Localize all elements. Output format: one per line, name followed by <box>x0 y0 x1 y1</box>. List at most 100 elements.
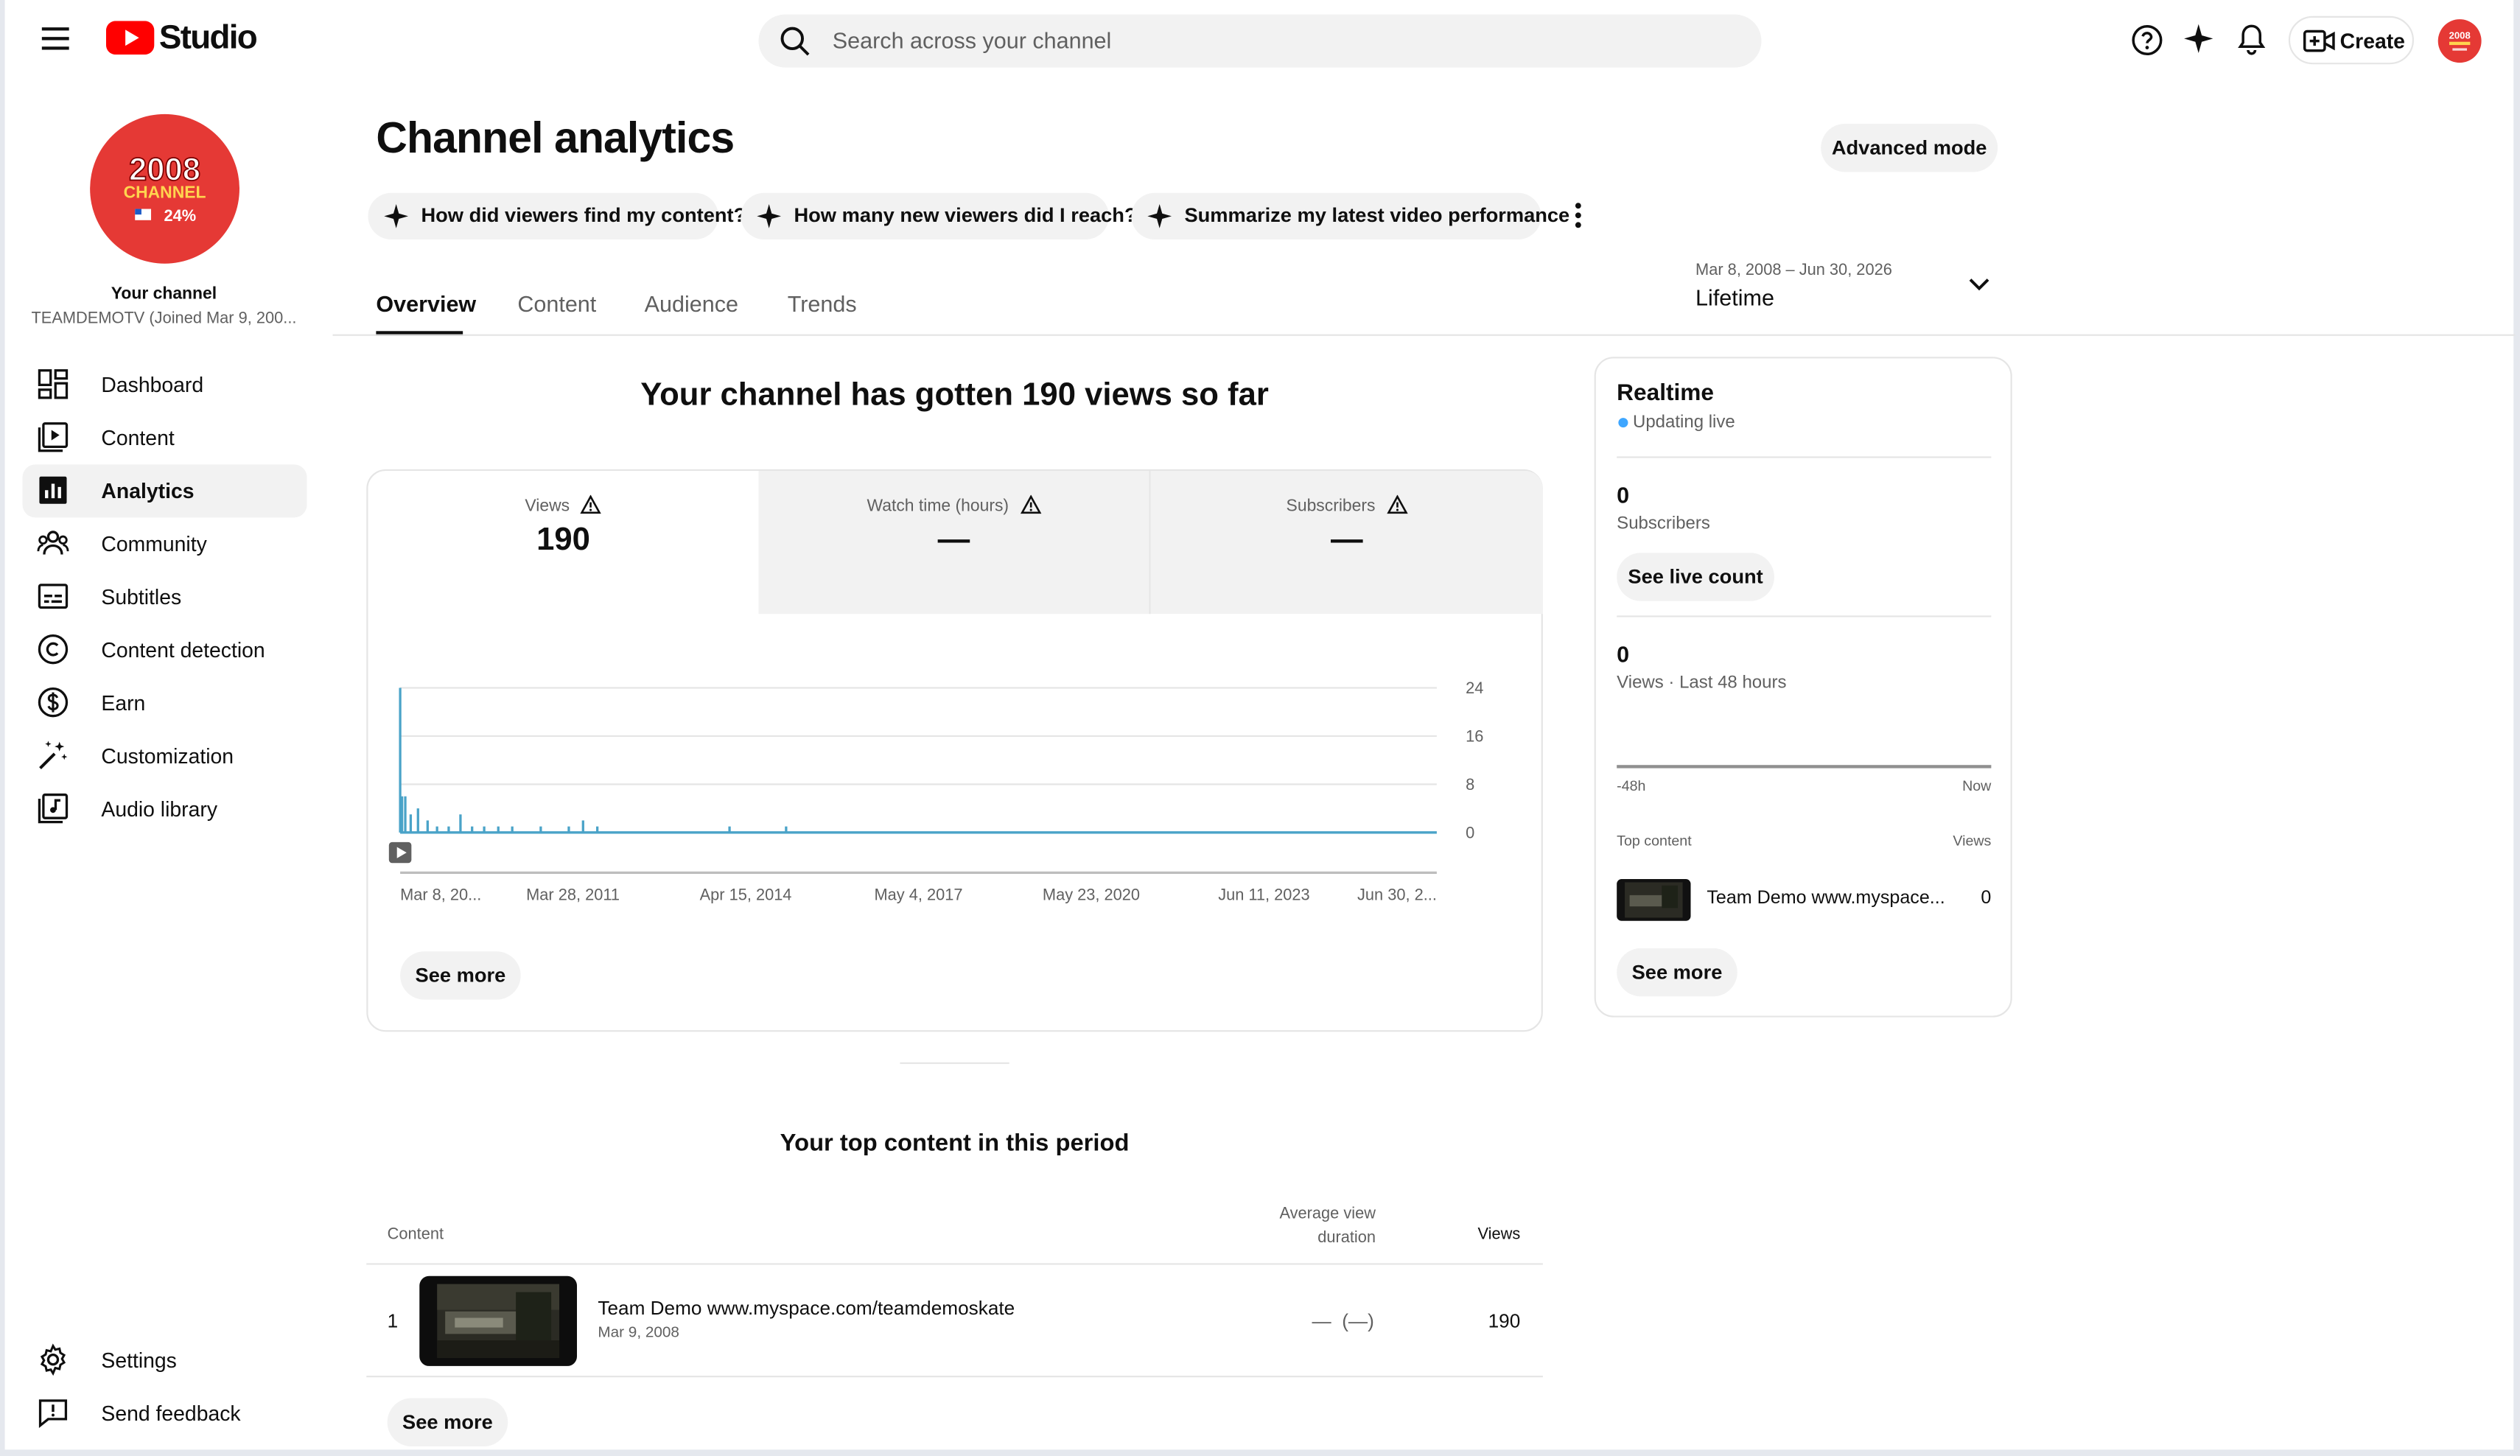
realtime-item-views: 0 <box>1981 889 1992 909</box>
sidebar-item-community[interactable]: Community <box>23 517 307 570</box>
chart-x-tick-label: Jun 11, 2023 <box>1218 885 1309 903</box>
sidebar-item-label: Community <box>101 531 207 556</box>
video-thumbnail-image <box>437 1284 560 1359</box>
prompt-chip-label: How did viewers find my content? <box>421 203 746 227</box>
sidebar-item-earn[interactable]: Earn <box>23 676 307 729</box>
chart-x-tick-label: May 23, 2020 <box>1043 885 1140 903</box>
your-channel-label: Your channel <box>111 284 217 304</box>
content-icon <box>37 421 69 453</box>
video-thumbnail[interactable] <box>419 1275 578 1366</box>
chart-bar <box>404 796 407 833</box>
chart-x-tick-label: Jun 30, 2... <box>1357 885 1437 903</box>
chart-x-tick-label: Apr 15, 2014 <box>700 885 792 903</box>
studio-brand[interactable]: Studio <box>159 19 258 57</box>
channel-logo-icon: 2008 CHANNEL 24% <box>124 151 206 224</box>
sidebar-item-label: Subtitles <box>101 584 182 609</box>
chart-bar <box>416 808 419 833</box>
search-icon[interactable] <box>780 26 812 58</box>
realtime-item-thumbnail <box>1617 879 1691 921</box>
row-date: Mar 9, 2008 <box>598 1324 679 1343</box>
tab-overview[interactable]: Overview <box>376 291 476 317</box>
sidebar-item-content-detection[interactable]: Content detection <box>23 623 307 676</box>
chart-bar <box>728 826 731 833</box>
chart-bar <box>483 826 486 833</box>
col-avg-duration-header[interactable]: Average view duration <box>1237 1202 1376 1250</box>
realtime-axis-end: Now <box>1962 777 1992 794</box>
chart-bar <box>447 826 450 833</box>
sparkle-icon <box>1147 203 1172 228</box>
metric-value: — <box>1330 522 1363 558</box>
sidebar-item-send-feedback[interactable]: Send feedback <box>23 1387 307 1440</box>
tab-audience[interactable]: Audience <box>645 291 738 317</box>
create-label: Create <box>2339 29 2405 53</box>
metric-label: Views <box>525 496 570 517</box>
chart-bar <box>426 820 429 833</box>
realtime-see-more-button[interactable]: See more <box>1617 948 1737 997</box>
metric-views[interactable]: Views 190 <box>368 471 758 614</box>
warning-icon <box>1386 494 1407 514</box>
chevron-down-icon <box>1969 278 1989 291</box>
search-bar[interactable]: Search across your channel <box>758 14 1762 68</box>
overview-see-more-button[interactable]: See more <box>400 951 521 1000</box>
warning-icon <box>581 494 602 514</box>
search-input[interactable]: Search across your channel <box>833 27 1112 53</box>
row-title[interactable]: Team Demo www.myspace.com/teamdemoskate <box>598 1297 1015 1320</box>
row-views: 190 <box>1488 1309 1521 1333</box>
chart-bar <box>596 826 599 833</box>
col-views-header[interactable]: Views <box>1430 1226 1521 1244</box>
views-headline: Your channel has gotten 190 views so far <box>640 377 1269 413</box>
sidebar-item-label: Customization <box>101 743 234 769</box>
account-avatar[interactable]: 2008 <box>2437 19 2482 63</box>
tab-content[interactable]: Content <box>517 291 596 317</box>
create-button[interactable]: Create <box>2288 15 2415 65</box>
date-range-picker[interactable]: Mar 8, 2008 – Jun 30, 2026 Lifetime <box>1695 262 2017 317</box>
views-chart[interactable]: 0 8 16 24 Mar 8, 20... Mar 28, 2011 Apr 15, 20… <box>368 664 1541 905</box>
chart-bar <box>409 814 413 833</box>
video-add-icon <box>2303 29 2336 53</box>
see-live-count-button[interactable]: See live count <box>1617 553 1774 601</box>
menu-icon[interactable] <box>41 27 69 50</box>
sparkle-icon[interactable] <box>2184 24 2213 53</box>
advanced-mode-button[interactable]: Advanced mode <box>1821 123 1998 172</box>
chart-y-tick-label: 16 <box>1466 727 1483 746</box>
prompt-chip-summarize[interactable]: Summarize my latest video performance <box>1131 192 1569 239</box>
metric-watch-time[interactable]: Watch time (hours) — <box>758 471 1151 615</box>
channel-avatar[interactable]: 2008 CHANNEL 24% <box>90 113 239 264</box>
realtime-subscribers-label: Subscribers <box>1617 514 1710 534</box>
bell-icon[interactable] <box>2237 23 2266 57</box>
analytics-icon <box>37 474 69 506</box>
table-row[interactable]: 1 Team Demo www.myspace.com/teamdemoskat… <box>366 1265 1543 1376</box>
sidebar-item-analytics[interactable]: Analytics <box>22 464 307 518</box>
realtime-chart-baseline[interactable] <box>1617 765 1992 768</box>
youtube-logo-icon[interactable] <box>105 21 155 55</box>
sidebar-item-subtitles[interactable]: Subtitles <box>23 570 307 623</box>
sidebar-item-dashboard[interactable]: Dashboard <box>23 358 307 411</box>
sidebar-item-customization[interactable]: Customization <box>23 729 307 783</box>
date-preset: Lifetime <box>1695 284 1775 310</box>
realtime-title: Realtime <box>1617 380 1715 407</box>
metric-watch-label-row: Watch time (hours) <box>758 494 1149 516</box>
tab-trends[interactable]: Trends <box>788 291 857 317</box>
chart-bar <box>435 826 438 833</box>
realtime-top-item[interactable]: Team Demo www.myspace... 0 <box>1617 879 1991 924</box>
overview-card: Views 190 Watch time (hours) — Subscribe… <box>366 469 1543 1032</box>
chart-bar <box>471 826 474 833</box>
sidebar-item-audio-library[interactable]: Audio library <box>23 783 307 836</box>
prompt-chip-new-viewers[interactable]: How many new viewers did I reach? <box>741 192 1137 239</box>
magic-wand-icon <box>37 739 69 771</box>
help-icon[interactable] <box>2131 24 2163 57</box>
sidebar-item-content[interactable]: Content <box>23 411 307 464</box>
top-content-see-more-button[interactable]: See more <box>387 1398 508 1446</box>
dollar-icon <box>37 686 69 718</box>
sidebar-item-label: Audio library <box>101 797 218 822</box>
more-vert-icon[interactable] <box>1573 201 1583 230</box>
sidebar-item-settings[interactable]: Settings <box>23 1334 307 1387</box>
metric-subscribers[interactable]: Subscribers — <box>1150 471 1543 615</box>
community-icon <box>37 527 69 559</box>
sidebar-item-label: Content <box>101 425 175 450</box>
svg-text:2008: 2008 <box>2449 29 2471 41</box>
metric-label: Subscribers <box>1286 496 1376 517</box>
metric-views-label-row: Views <box>368 494 758 517</box>
feedback-icon <box>37 1396 69 1429</box>
prompt-chip-viewers-find[interactable]: How did viewers find my content? <box>368 192 746 239</box>
